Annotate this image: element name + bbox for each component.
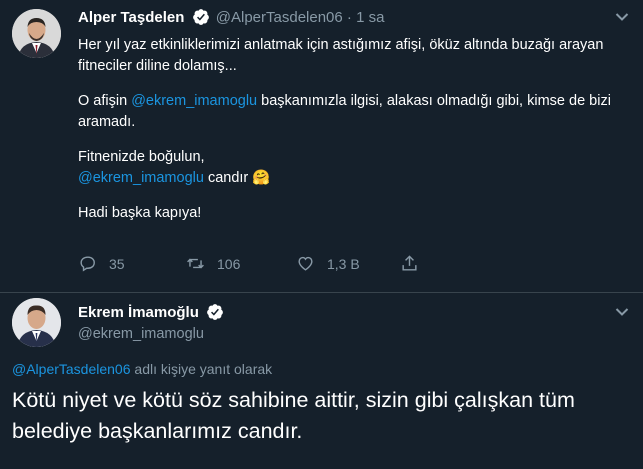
tweet-paragraph: Her yıl yaz etkinliklerimizi anlatmak iç…	[78, 37, 604, 74]
like-button[interactable]: 1,3 B	[296, 254, 360, 273]
chevron-down-icon[interactable]	[615, 12, 629, 22]
tweet-header: Alper Taşdelen @AlperTasdelen06 · 1 sa	[78, 8, 384, 26]
tweet-paragraph: Hadi başka kapıya!	[78, 205, 202, 221]
tweet-ekrem[interactable]: Ekrem İmamoğlu @ekrem_imamoglu @AlperTas…	[0, 293, 643, 469]
heart-icon	[298, 256, 313, 271]
author-name-row: Ekrem İmamoğlu	[78, 303, 226, 321]
replying-to: @AlperTasdelen06 adlı kişiye yanıt olara…	[12, 361, 273, 377]
reply-icon	[80, 256, 95, 272]
chevron-down-icon[interactable]	[615, 307, 629, 317]
timestamp[interactable]: 1 sa	[356, 9, 384, 26]
author-handle[interactable]: @ekrem_imamoglu	[78, 326, 204, 342]
tweet-text: Her yıl yaz etkinliklerimizi anlatmak iç…	[78, 35, 633, 238]
verified-badge-icon	[192, 8, 210, 26]
reply-button[interactable]: 35	[78, 254, 125, 273]
tweet-alper[interactable]: Alper Taşdelen @AlperTasdelen06 · 1 sa H…	[0, 0, 643, 293]
author-handle[interactable]: @AlperTasdelen06	[216, 9, 343, 26]
separator-dot: ·	[346, 9, 352, 26]
tweet-paragraph: O afişin @ekrem_imamoglu başkanımızla il…	[78, 93, 611, 130]
share-icon	[402, 255, 417, 271]
mention-link[interactable]: @ekrem_imamoglu	[131, 93, 257, 109]
retweet-count: 106	[217, 255, 241, 272]
reply-mention-link[interactable]: @AlperTasdelen06	[12, 361, 131, 377]
retweet-icon	[187, 258, 204, 269]
author-name[interactable]: Ekrem İmamoğlu	[78, 304, 199, 321]
mention-link[interactable]: @ekrem_imamoglu	[78, 170, 204, 186]
tweet-text: Kötü niyet ve kötü söz sahibine aittir, …	[12, 388, 575, 443]
share-button[interactable]	[400, 254, 419, 273]
avatar-ekrem[interactable]	[12, 298, 61, 347]
like-count: 1,3 B	[327, 255, 360, 272]
verified-badge-icon	[206, 303, 224, 321]
tweet-paragraph: Fitnenizde boğulun, @ekrem_imamoglu candı…	[78, 149, 271, 186]
retweet-button[interactable]: 106	[186, 254, 240, 273]
avatar-alper[interactable]	[12, 9, 61, 58]
reply-count: 35	[109, 255, 125, 272]
author-name[interactable]: Alper Taşdelen	[78, 9, 184, 26]
